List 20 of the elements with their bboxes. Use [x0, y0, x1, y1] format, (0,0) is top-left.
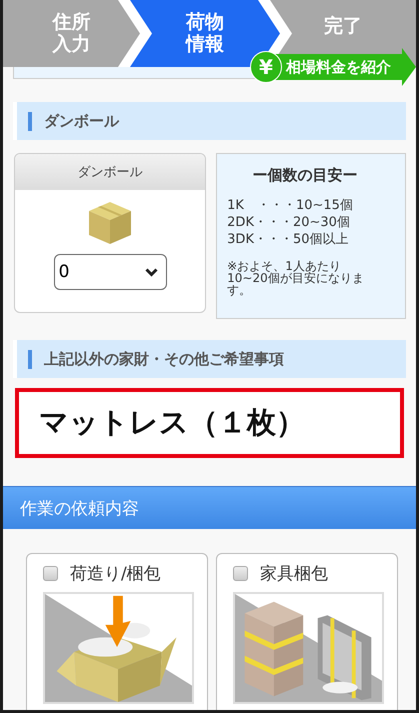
box-icon — [87, 200, 134, 246]
chevron-down-icon — [144, 268, 158, 276]
guide-line: 1K ・・・10~15個 — [227, 197, 354, 214]
guide-note: ※およそ、1人あたり 10~20個が目安になります。 — [227, 260, 365, 296]
checkbox[interactable] — [43, 566, 58, 581]
item-name: ダンボール — [15, 154, 206, 190]
option-card[interactable]: 荷造り/梱包 — [26, 553, 208, 710]
quantity-select[interactable]: 0 — [54, 254, 167, 290]
guide-line: 2DK・・・20~30個 — [227, 214, 351, 231]
section-title: ダンボール — [28, 112, 119, 130]
request-text: マットレス（１枚） — [15, 388, 404, 458]
guide-line: 3DK・・・50個以上 — [227, 231, 350, 248]
checkbox[interactable] — [233, 566, 248, 581]
progress-step: 住所入力 — [3, 0, 140, 67]
guide-title: ー個数の目安ー — [252, 166, 359, 185]
option-label: 家具梱包 — [260, 563, 328, 585]
section-title: 上記以外の家財・その他ご希望事項 — [28, 350, 284, 368]
option-card[interactable]: 家具梱包 — [216, 553, 398, 710]
option-label: 荷造り/梱包 — [70, 563, 161, 585]
section-banner: 作業の依頼内容 — [3, 486, 416, 529]
